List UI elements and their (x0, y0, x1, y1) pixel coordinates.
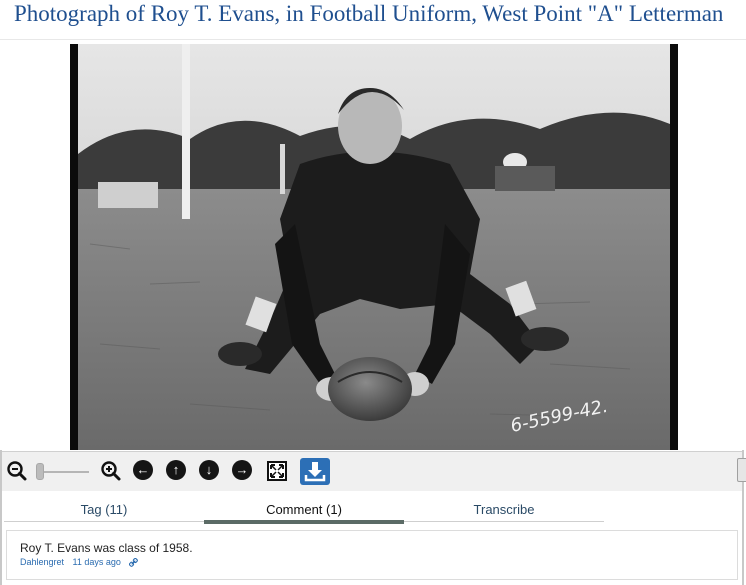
comment-meta: Dahlengret 11 days ago (20, 557, 139, 567)
pan-right-button[interactable]: → (232, 460, 254, 482)
page-title: Photograph of Roy T. Evans, in Football … (0, 0, 746, 40)
photograph[interactable]: 6-5599-42. (70, 44, 678, 450)
comment-text: Roy T. Evans was class of 1958. (20, 541, 193, 555)
zoom-in-button[interactable] (100, 460, 122, 482)
zoom-out-button[interactable] (6, 460, 28, 482)
zoom-slider-track[interactable] (39, 471, 89, 473)
arrow-up-icon: ↑ (166, 460, 186, 480)
pan-up-button[interactable]: ↑ (166, 460, 188, 482)
zoom-out-icon (7, 461, 27, 481)
tab-bar: Tag (11) Comment (1) Transcribe (2, 491, 742, 525)
arrow-left-icon: ← (133, 460, 153, 480)
permalink-icon[interactable] (129, 558, 139, 567)
fullscreen-icon (267, 461, 287, 481)
image-viewer[interactable]: 6-5599-42. (0, 40, 746, 450)
tab-comment[interactable]: Comment (1) (244, 502, 364, 517)
pan-down-button[interactable]: ↓ (199, 460, 221, 482)
download-button[interactable] (300, 458, 330, 485)
fullscreen-button[interactable] (266, 460, 288, 482)
viewer-toolbar: ← ↑ ↓ → (2, 451, 746, 491)
pan-left-button[interactable]: ← (133, 460, 155, 482)
arrow-down-icon: ↓ (199, 460, 219, 480)
zoom-in-icon (101, 461, 121, 481)
panel-collapse-handle[interactable] (737, 458, 746, 482)
zoom-slider-thumb[interactable] (36, 463, 44, 480)
download-icon (304, 462, 326, 482)
comment-item: Roy T. Evans was class of 1958. Dahlengr… (6, 530, 738, 580)
tab-transcribe[interactable]: Transcribe (454, 502, 554, 517)
active-tab-indicator (204, 520, 404, 524)
arrow-right-icon: → (232, 460, 252, 480)
tab-tag[interactable]: Tag (11) (64, 502, 144, 517)
comment-author-link[interactable]: Dahlengret (20, 557, 64, 567)
comment-timestamp[interactable]: 11 days ago (73, 557, 121, 567)
